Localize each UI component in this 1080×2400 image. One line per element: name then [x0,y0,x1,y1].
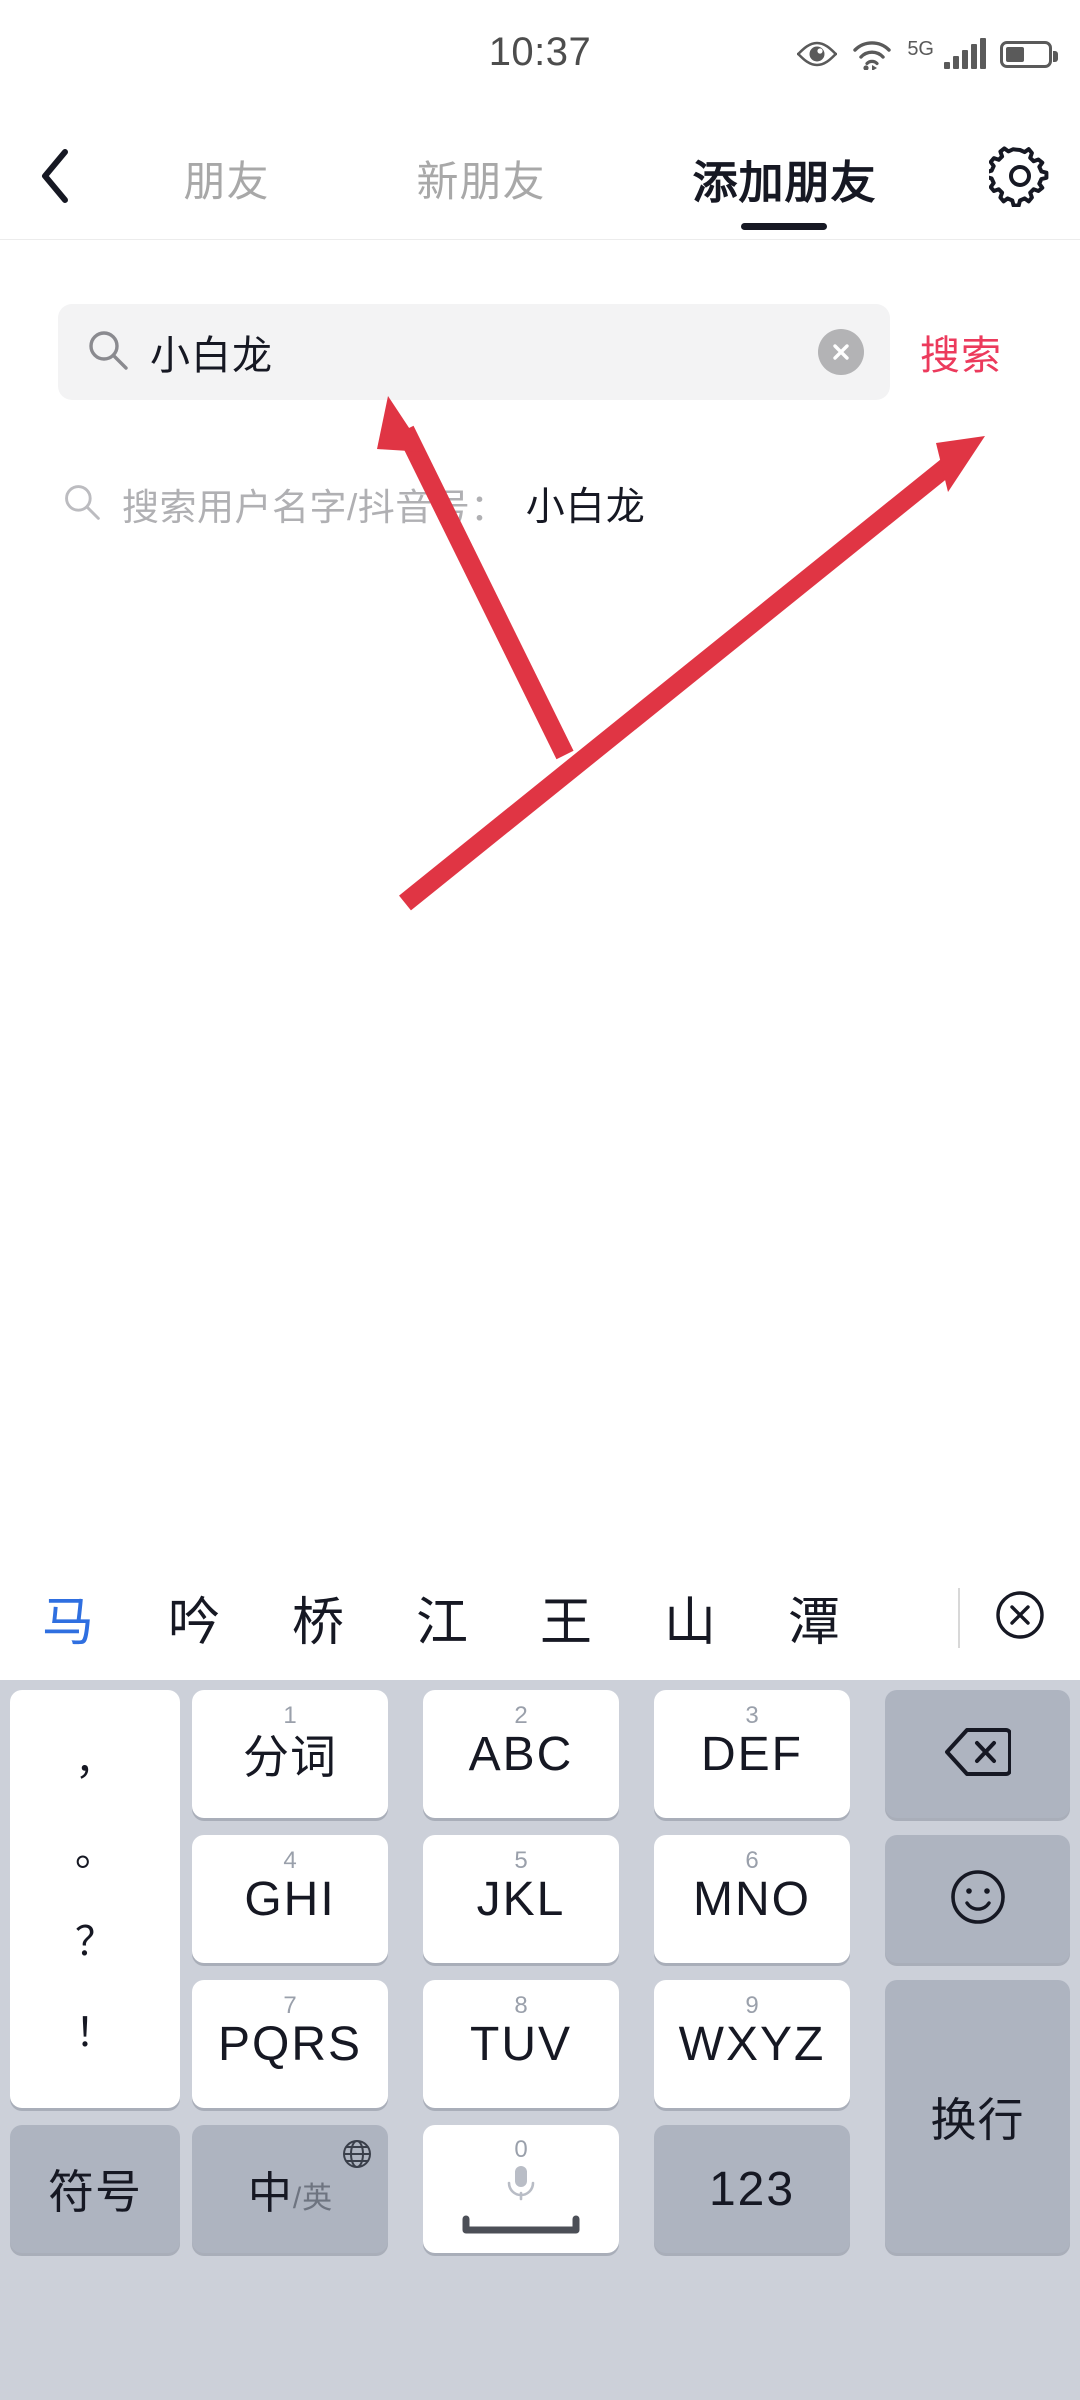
search-icon [62,482,102,527]
close-keyboard-button[interactable] [960,1555,1080,1680]
key-enter[interactable]: 换行 [885,1980,1070,2253]
search-row: 小白龙 搜索 [0,300,1080,404]
candidate-item[interactable]: 马 [38,1580,98,1655]
tab-bar: 朋友 新朋友 添加朋友 [110,118,960,240]
key-label: TUV [470,2017,572,2071]
gear-icon [984,145,1051,212]
key-number: 4 [283,1847,297,1874]
candidate-item[interactable]: 潭 [784,1580,844,1655]
key-def[interactable]: 3 DEF [654,1690,850,1818]
key-space[interactable]: 0 [423,2125,619,2253]
key-jkl[interactable]: 5 JKL [423,1835,619,1963]
key-number: 6 [745,1847,759,1874]
space-bar-icon [462,2215,580,2240]
key-tuv[interactable]: 8 TUV [423,1980,619,2108]
space-key-content: 0 [462,2138,580,2240]
keyboard: 马 吟 桥 江 王 山 潭 ， 。 ？ ！ 1 分词 2 ABC 3 DEF 4… [0,1555,1080,2400]
close-circle-icon [992,1587,1048,1648]
key-fenci[interactable]: 1 分词 [192,1690,388,1818]
key-label-exclamation: ！ [75,2010,115,2055]
eye-care-icon [797,40,838,68]
key-label: 符号 [48,2166,142,2218]
candidate-list: 马 吟 桥 江 王 山 潭 [0,1555,958,1680]
key-grid: ， 。 ？ ！ 1 分词 2 ABC 3 DEF 4 GHI 5 JKL 6 M… [0,1680,1080,2400]
settings-button[interactable] [960,118,1080,240]
candidate-bar: 马 吟 桥 江 王 山 潭 [0,1555,1080,1680]
globe-icon [342,2139,372,2174]
navigation-bar: 朋友 新朋友 添加朋友 [0,118,1080,240]
key-backspace[interactable] [885,1690,1070,1818]
key-punctuation-column[interactable]: ， 。 ？ ！ [10,1690,180,2108]
tab-label: 新朋友 [416,158,546,205]
clear-button[interactable] [818,329,864,375]
key-label-separator: / [292,2182,302,2215]
key-label: MNO [693,1872,811,1926]
key-number: 1 [283,1702,297,1729]
key-wxyz[interactable]: 9 WXYZ [654,1980,850,2108]
search-input[interactable]: 小白龙 [58,304,890,400]
tab-underline [741,222,828,230]
tab-add-friends[interactable]: 添加朋友 [684,118,884,240]
wifi-icon [851,38,893,70]
key-emoji[interactable] [885,1835,1070,1963]
search-input-value: 小白龙 [150,334,273,378]
key-123[interactable]: 123 [654,2125,850,2253]
phone-screen: 10:37 5G 朋友 新朋友 添加朋友 小白龙 搜索 搜索用户名字/抖音号： … [0,0,1080,2400]
key-label-chinese: 中 [247,2169,292,2218]
key-label-period: 。 [75,1829,115,1874]
key-label: 换行 [930,2093,1025,2146]
back-button[interactable] [0,118,110,240]
tab-friends[interactable]: 朋友 [175,118,277,240]
key-number: 9 [745,1992,759,2019]
chevron-left-icon [38,147,72,210]
key-ghi[interactable]: 4 GHI [192,1835,388,1963]
tab-label: 添加朋友 [692,157,877,208]
smiley-icon [947,1866,1009,1933]
key-label-group: 中 / 英 [248,2157,332,2221]
candidate-item[interactable]: 江 [412,1580,472,1655]
key-symbols[interactable]: 符号 [10,2125,180,2253]
candidate-item[interactable]: 桥 [288,1580,348,1655]
backspace-icon [944,1727,1012,1782]
close-icon [833,344,849,360]
key-abc[interactable]: 2 ABC [423,1690,619,1818]
signal-icon [944,38,986,69]
key-number: 2 [514,1702,528,1729]
microphone-icon [501,2164,541,2213]
status-bar: 10:37 5G [0,0,1080,118]
key-number: 8 [514,1992,528,2019]
tab-new-friends[interactable]: 新朋友 [408,118,553,240]
key-label: GHI [244,1872,336,1926]
battery-icon [1000,40,1058,68]
key-label: ABC [468,1727,574,1781]
key-number: 3 [745,1702,759,1729]
candidate-item[interactable]: 王 [536,1580,596,1655]
tab-label: 朋友 [183,158,270,205]
key-pqrs[interactable]: 7 PQRS [192,1980,388,2108]
candidate-item[interactable]: 山 [660,1580,720,1655]
suggestion-query: 小白龙 [525,486,646,529]
key-label-english: 英 [302,2182,333,2215]
key-label: WXYZ [678,2017,826,2071]
key-label-question: ？ [75,1920,115,1965]
candidate-item[interactable]: 吟 [164,1580,224,1655]
key-label: PQRS [217,2017,363,2071]
key-label: DEF [701,1727,803,1781]
key-label: 分词 [243,1731,337,1783]
key-mno[interactable]: 6 MNO [654,1835,850,1963]
search-icon [86,328,130,377]
status-icons: 5G [797,38,1058,70]
search-suggestion-row[interactable]: 搜索用户名字/抖音号： 小白龙 [0,450,1080,558]
search-submit-button[interactable]: 搜索 [920,323,1002,381]
key-label: 123 [708,2162,796,2216]
suggestion-label: 搜索用户名字/抖音号： [122,487,508,528]
key-label: JKL [476,1872,566,1926]
key-lang-toggle[interactable]: 中 / 英 [192,2125,388,2253]
key-number: 0 [514,2136,528,2163]
key-number: 7 [283,1992,297,2019]
key-number: 5 [514,1847,528,1874]
key-label-comma: ， [75,1739,115,1784]
network-type-label: 5G [907,38,934,60]
